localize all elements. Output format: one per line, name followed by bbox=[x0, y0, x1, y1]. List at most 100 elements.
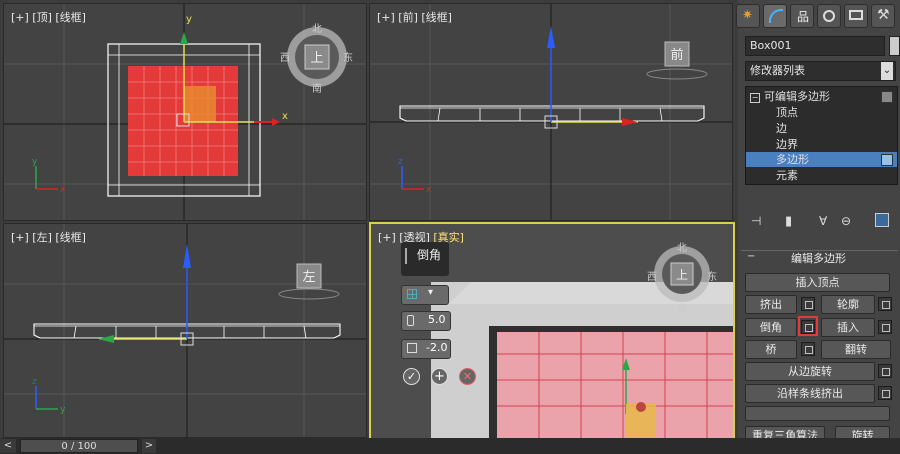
stack-item-border[interactable]: 边界 bbox=[746, 137, 897, 152]
show-end-result-toggle-icon[interactable]: ▮ bbox=[785, 214, 792, 229]
caddy-ok-button[interactable]: ✓ bbox=[403, 368, 420, 385]
bevel-outline-spinner[interactable]: -2.0 bbox=[401, 339, 451, 359]
axis-label-y: y bbox=[186, 14, 192, 25]
svg-text:y: y bbox=[60, 405, 66, 415]
bridge-button[interactable]: 桥 bbox=[745, 340, 797, 359]
sun-icon: ✷ bbox=[742, 8, 753, 23]
extrude-settings-button[interactable] bbox=[801, 297, 815, 311]
tab-modify[interactable] bbox=[763, 4, 787, 28]
compass-north: 北 bbox=[677, 242, 687, 254]
stack-item-label: 边 bbox=[776, 122, 787, 135]
viewport-front[interactable]: 前 z x [+] [前] [线框] bbox=[369, 3, 733, 221]
tab-create[interactable]: ✷ bbox=[736, 4, 760, 28]
tab-utilities[interactable]: ⚒ bbox=[871, 4, 895, 28]
hinge-settings-button[interactable] bbox=[878, 364, 892, 378]
chevron-down-icon: ▾ bbox=[428, 287, 434, 298]
viewport-label[interactable]: [+] [前] [线框] bbox=[377, 9, 452, 25]
svg-text:x: x bbox=[60, 185, 66, 195]
height-icon bbox=[407, 315, 414, 326]
viewcube-top[interactable]: 上 北 南 东 西 bbox=[280, 23, 353, 95]
svg-text:y: y bbox=[32, 157, 38, 167]
tab-hierarchy[interactable]: 品 bbox=[790, 4, 814, 28]
close-icon: ✕ bbox=[462, 370, 473, 383]
compass-south: 南 bbox=[677, 302, 687, 315]
modifier-list-label: 修改器列表 bbox=[750, 64, 805, 77]
outline-settings-button[interactable] bbox=[878, 297, 892, 311]
world-axis-tripod: z y bbox=[32, 377, 66, 415]
extrude-spline-settings-button[interactable] bbox=[878, 386, 892, 400]
selected-polygon[interactable] bbox=[128, 66, 238, 176]
insert-vertex-button[interactable]: 插入顶点 bbox=[745, 273, 890, 292]
world-axis-tripod: y x bbox=[32, 157, 66, 195]
bevel-button[interactable]: 倒角 bbox=[745, 318, 797, 337]
axis-label-x: x bbox=[282, 111, 288, 122]
rollout-edit-polygons-header[interactable]: − 编辑多边形 bbox=[741, 250, 898, 265]
modifier-list-dropdown[interactable]: 修改器列表 ⌄ bbox=[745, 61, 896, 81]
remove-modifier-icon[interactable]: ⊖ bbox=[841, 214, 851, 228]
object-color-swatch[interactable] bbox=[889, 36, 900, 56]
caddy-cancel-button[interactable]: ✕ bbox=[459, 368, 476, 385]
bevel-caddy-title: 倒角 bbox=[401, 242, 449, 276]
height-value[interactable]: 5.0 bbox=[428, 313, 446, 326]
outline-icon bbox=[407, 343, 417, 353]
viewcube-face-label: 上 bbox=[310, 51, 323, 66]
top-view-scene: y x 上 北 南 东 西 y x bbox=[4, 4, 366, 220]
edit-triangulation-button[interactable] bbox=[745, 406, 890, 421]
svg-text:z: z bbox=[398, 157, 403, 167]
bridge-settings-button[interactable] bbox=[801, 342, 815, 356]
object-name-field[interactable]: Box001 bbox=[745, 36, 885, 56]
display-icon bbox=[849, 10, 863, 20]
time-slider-thumb[interactable]: 0 / 100 bbox=[20, 439, 138, 453]
viewcube-face-label: 左 bbox=[302, 270, 315, 285]
bevel-type-dropdown[interactable]: ▾ bbox=[401, 285, 449, 305]
stack-item-editable-poly[interactable]: − 可编辑多边形 bbox=[746, 89, 897, 104]
modifier-stack[interactable]: − 可编辑多边形 顶点 边 边界 多边形 元素 bbox=[745, 86, 898, 185]
stack-item-element[interactable]: 元素 bbox=[746, 168, 897, 183]
viewcube-face-label: 上 bbox=[676, 268, 688, 282]
show-end-result-icon[interactable] bbox=[881, 91, 893, 103]
stack-item-vertex[interactable]: 顶点 bbox=[746, 105, 897, 120]
extrude-button[interactable]: 挤出 bbox=[745, 295, 797, 314]
pin-stack-icon[interactable]: ⊣ bbox=[751, 214, 761, 228]
grid-icon bbox=[407, 289, 417, 299]
compass-west: 西 bbox=[647, 272, 657, 283]
caddy-handle-icon bbox=[405, 248, 407, 264]
front-view-scene: 前 z x bbox=[370, 4, 732, 220]
caddy-apply-button[interactable]: + bbox=[431, 368, 448, 385]
tab-display[interactable] bbox=[844, 4, 868, 28]
viewcube-left[interactable]: 左 bbox=[278, 263, 340, 300]
bevel-height-spinner[interactable]: 5.0 bbox=[401, 311, 451, 331]
check-icon: ✓ bbox=[406, 370, 417, 383]
viewport-left[interactable]: 左 z y [+] [左] [线框] bbox=[3, 223, 367, 438]
stack-item-label: 边界 bbox=[776, 138, 798, 151]
time-slider-prev-button[interactable]: < bbox=[0, 439, 16, 453]
outline-value[interactable]: -2.0 bbox=[426, 341, 447, 354]
command-panel-tabs: ✷ 品 ⚒ bbox=[734, 4, 900, 30]
time-slider-next-button[interactable]: > bbox=[142, 439, 156, 453]
tab-motion[interactable] bbox=[817, 4, 841, 28]
compass-south: 南 bbox=[312, 82, 322, 95]
viewport-top[interactable]: y x 上 北 南 东 西 y x [+] [顶] [线框] bbox=[3, 3, 367, 221]
viewport-label[interactable]: [+] [顶] [线框] bbox=[11, 9, 86, 25]
make-unique-icon[interactable]: ∀ bbox=[819, 214, 827, 228]
viewport-perspective[interactable]: 上 北 南 东 西 [+] [透视] [真实] 倒角 ▾ 5.0 -2.0 ✓ … bbox=[369, 222, 735, 440]
extrude-along-spline-button[interactable]: 沿样条线挤出 bbox=[745, 384, 875, 403]
viewcube-front[interactable]: 前 bbox=[646, 41, 708, 80]
inset-settings-button[interactable] bbox=[878, 320, 892, 334]
stack-toolbar: ⊣ ▮ ∀ ⊖ bbox=[745, 213, 896, 233]
inset-button[interactable]: 插入 bbox=[821, 318, 875, 337]
stack-item-edge[interactable]: 边 bbox=[746, 121, 897, 136]
collapse-toggle-icon[interactable]: − bbox=[750, 93, 760, 103]
selected-polygon[interactable] bbox=[497, 332, 733, 438]
flip-button[interactable]: 翻转 bbox=[821, 340, 891, 359]
outline-button[interactable]: 轮廓 bbox=[821, 295, 875, 314]
stack-item-label: 可编辑多边形 bbox=[764, 90, 830, 103]
compass-west: 西 bbox=[280, 53, 290, 64]
world-axis-tripod: z x bbox=[398, 157, 432, 195]
hinge-from-edge-button[interactable]: 从边旋转 bbox=[745, 362, 875, 381]
configure-modifier-sets-icon[interactable] bbox=[875, 213, 889, 227]
stack-item-label: 顶点 bbox=[776, 106, 798, 119]
svg-text:x: x bbox=[426, 185, 432, 195]
viewport-label[interactable]: [+] [左] [线框] bbox=[11, 229, 86, 245]
stack-item-polygon[interactable]: 多边形 bbox=[746, 152, 897, 167]
